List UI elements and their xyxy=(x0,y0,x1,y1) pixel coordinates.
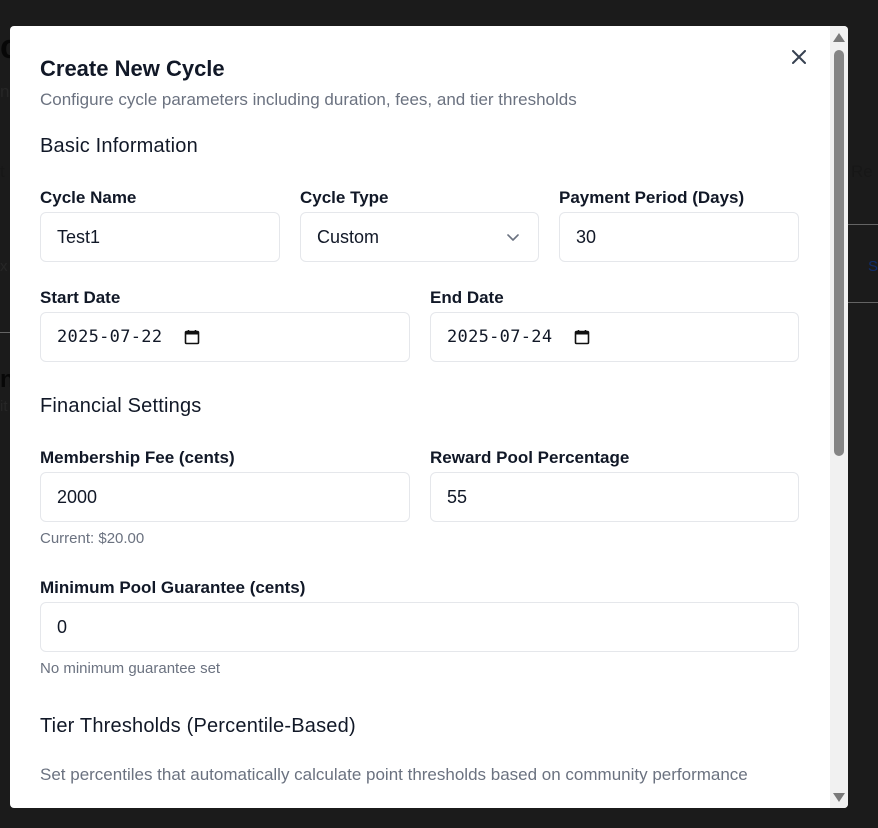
membership-fee-hint: Current: $20.00 xyxy=(40,530,145,547)
section-financial-settings: Financial Settings xyxy=(40,395,202,417)
cycle-name-label: Cycle Name xyxy=(40,188,137,207)
dialog-title: Create New Cycle xyxy=(40,56,225,81)
membership-fee-value: 2000 xyxy=(57,486,98,507)
cycle-type-select[interactable]: Custom xyxy=(300,212,539,262)
min-pool-value: 0 xyxy=(57,616,68,637)
start-date-value: 2025-07-22 xyxy=(57,327,163,347)
chevron-down-icon xyxy=(507,234,519,241)
membership-fee-label: Membership Fee (cents) xyxy=(40,448,235,467)
calendar-icon[interactable] xyxy=(574,329,590,345)
end-date-label: End Date xyxy=(430,288,504,307)
start-date-label: Start Date xyxy=(40,288,121,307)
cycle-name-input[interactable]: Test1 xyxy=(40,212,280,262)
scrollbar[interactable] xyxy=(830,26,848,808)
membership-fee-input[interactable]: 2000 xyxy=(40,472,410,522)
start-date-input[interactable]: 2025-07-22 xyxy=(40,312,410,362)
min-pool-input[interactable]: 0 xyxy=(40,602,799,652)
reward-pool-value: 55 xyxy=(447,486,468,507)
cycle-type-value: Custom xyxy=(317,226,380,247)
create-cycle-dialog: Create New Cycle Configure cycle paramet… xyxy=(10,26,848,808)
reward-pool-input[interactable]: 55 xyxy=(430,472,799,522)
close-button[interactable] xyxy=(788,46,810,68)
dialog-subtitle: Configure cycle parameters including dur… xyxy=(40,90,577,109)
section-tier-thresholds: Tier Thresholds (Percentile-Based) xyxy=(40,715,356,737)
scroll-up-arrow[interactable] xyxy=(833,33,845,42)
payment-period-value: 30 xyxy=(576,226,597,247)
cycle-name-value: Test1 xyxy=(57,226,101,247)
payment-period-label: Payment Period (Days) xyxy=(559,188,745,207)
close-icon xyxy=(792,50,806,64)
payment-period-input[interactable]: 30 xyxy=(559,212,799,262)
min-pool-hint: No minimum guarantee set xyxy=(40,660,221,677)
section-basic-information: Basic Information xyxy=(40,135,198,157)
end-date-input[interactable]: 2025-07-24 xyxy=(430,312,799,362)
end-date-value: 2025-07-24 xyxy=(447,327,553,347)
reward-pool-label: Reward Pool Percentage xyxy=(430,448,630,467)
scroll-down-arrow[interactable] xyxy=(833,793,845,802)
min-pool-label: Minimum Pool Guarantee (cents) xyxy=(40,578,306,597)
calendar-icon[interactable] xyxy=(184,329,200,345)
scroll-thumb[interactable] xyxy=(834,50,844,456)
tier-thresholds-description: Set percentiles that automatically calcu… xyxy=(40,765,748,784)
cycle-type-label: Cycle Type xyxy=(300,188,389,207)
